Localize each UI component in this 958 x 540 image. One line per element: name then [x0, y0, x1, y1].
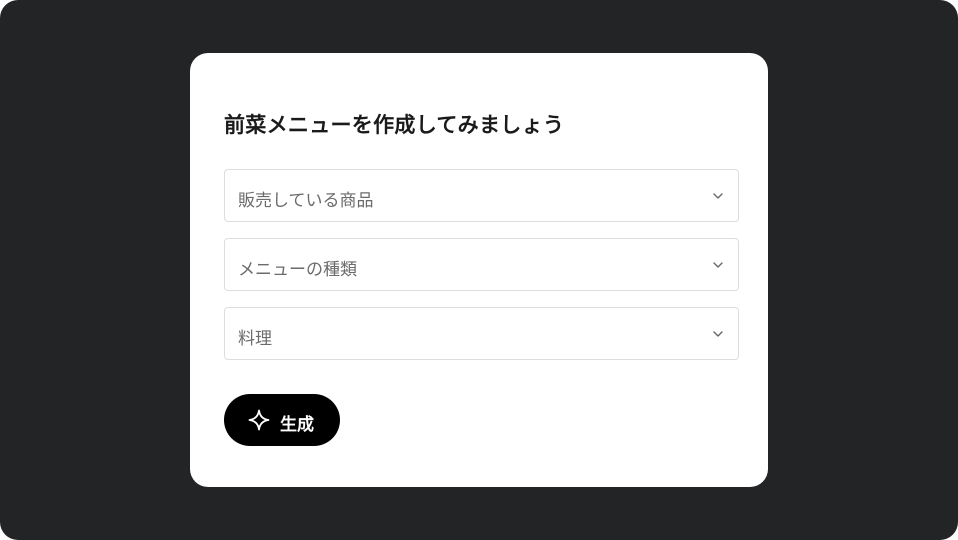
chevron-down-icon: [713, 331, 723, 337]
chevron-down-icon: [713, 193, 723, 199]
sparkle-icon: [248, 409, 270, 431]
cuisine-select-value: 料理: [238, 329, 272, 349]
menu-type-select[interactable]: メニューの種類: [224, 238, 739, 291]
generate-button-label: 生成: [280, 415, 314, 434]
chevron-down-icon: [713, 262, 723, 268]
products-sold-select-value: 販売している商品: [238, 191, 374, 211]
generate-button[interactable]: 生成: [224, 394, 340, 446]
menu-type-select-value: メニューの種類: [238, 260, 357, 280]
app-background: 前菜メニューを作成してみましょう 販売している商品 メニューの種類 料理 生成: [0, 0, 958, 540]
cuisine-select[interactable]: 料理: [224, 307, 739, 360]
menu-creation-card: 前菜メニューを作成してみましょう 販売している商品 メニューの種類 料理 生成: [190, 53, 768, 487]
products-sold-select[interactable]: 販売している商品: [224, 169, 739, 222]
card-title: 前菜メニューを作成してみましょう: [224, 113, 565, 137]
